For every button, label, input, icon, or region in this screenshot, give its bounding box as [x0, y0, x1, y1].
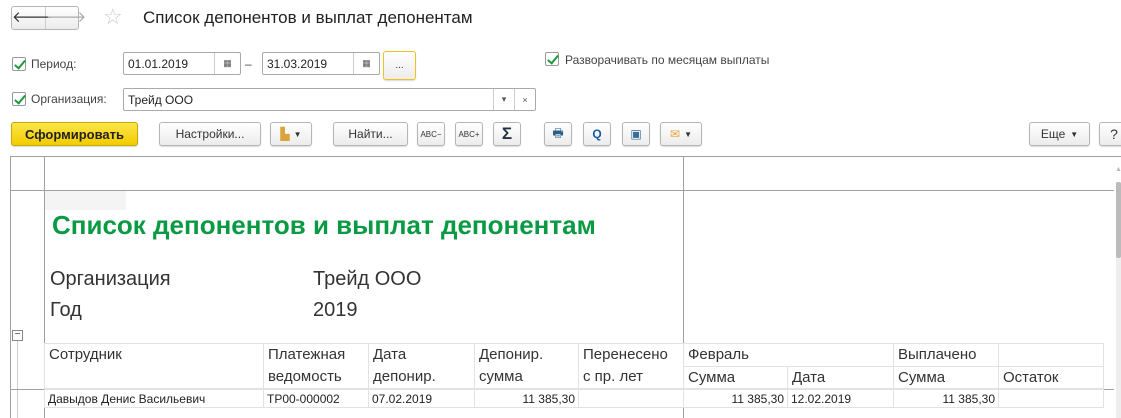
expand-abc-icon: ABC+ [458, 129, 480, 139]
floppy-icon: ▣ [630, 127, 642, 141]
scrollbar-thumb[interactable] [1116, 182, 1121, 258]
dropdown-icon[interactable]: ▾ [493, 89, 514, 110]
find-button[interactable]: Найти... [333, 122, 408, 146]
generate-button[interactable]: Сформировать [11, 122, 138, 146]
help-button[interactable]: ? [1099, 122, 1121, 146]
group-collapse-toggle[interactable]: − [12, 330, 23, 341]
col-paid-sum: Сумма [893, 366, 999, 389]
more-label: Еще [1040, 127, 1066, 141]
col-amount: Депонир. сумма [474, 343, 579, 389]
window-title: Список депонентов и выплат депонентам [143, 8, 473, 27]
period-dash: – [245, 57, 252, 71]
col-month-date: Дата [787, 366, 894, 389]
preview-icon: Q [592, 127, 602, 141]
favorite-star-icon[interactable]: ☆ [103, 4, 123, 30]
preview-button[interactable]: Q [583, 122, 611, 146]
printer-icon: 🖶 [552, 125, 564, 140]
expand-groups-button[interactable]: ABC+ [455, 122, 483, 146]
col-month-sum: Сумма [683, 366, 788, 389]
selected-cell [45, 191, 126, 210]
date-from-input[interactable]: 01.01.2019 ▦ [123, 52, 241, 75]
expand-months-label: Разворачивать по месяцам выплаты [565, 53, 770, 67]
report-variant-icon: ▙ [280, 127, 290, 141]
report-left-border [10, 156, 11, 418]
col-statement: Платежная ведомость [263, 343, 369, 389]
cell-paid-sum: 11 385,30 [893, 389, 999, 408]
col-month: Февраль [683, 343, 894, 367]
chevron-down-icon: ▼ [293, 129, 302, 139]
col-employee: Сотрудник [44, 343, 264, 389]
period-select-button[interactable]: ... [383, 51, 416, 80]
send-button[interactable]: ✉ ▼ [660, 122, 702, 146]
organization-value: Трейд ООО [128, 92, 194, 107]
cell-statement: ТР00-000002 [263, 389, 369, 408]
calendar-icon[interactable]: ▦ [214, 53, 240, 74]
settings-button[interactable]: Настройки... [159, 122, 261, 146]
report-org-label: Организация [50, 268, 171, 290]
envelope-icon: ✉ [670, 127, 681, 141]
col-blank [998, 343, 1104, 367]
scroll-up-icon[interactable]: ▲ [1115, 166, 1121, 173]
col-date: Дата депонир. [368, 343, 475, 389]
chevron-down-icon: ▼ [1070, 129, 1079, 139]
period-checkbox[interactable] [12, 57, 26, 71]
date-to-input[interactable]: 31.03.2019 ▦ [262, 52, 380, 75]
nav-buttons: 🡐 🡒 [11, 6, 86, 30]
period-label: Период: [31, 57, 77, 71]
cell-month-sum: 11 385,30 [683, 389, 788, 408]
report-year-label: Год [50, 299, 82, 321]
forward-arrow-icon[interactable]: 🡒 [46, 7, 86, 29]
group-line [17, 341, 18, 418]
collapse-groups-button[interactable]: ABC− [417, 122, 445, 146]
clear-icon[interactable]: × [514, 89, 535, 110]
report-org-value: Трейд ООО [313, 268, 422, 290]
more-button[interactable]: Еще ▼ [1029, 122, 1090, 146]
report-title: Список депонентов и выплат депонентам [52, 210, 596, 240]
col-paid: Выплачено [893, 343, 999, 367]
cell-balance [998, 389, 1104, 408]
cell-carried [578, 389, 684, 408]
cell-month-date: 12.02.2019 [787, 389, 894, 408]
back-arrow-icon[interactable]: 🡐 [12, 7, 52, 29]
collapse-abc-icon: ABC− [420, 129, 442, 139]
date-to-value: 31.03.2019 [267, 56, 328, 71]
variants-button[interactable]: ▙ ▼ [270, 122, 312, 146]
scrollbar[interactable] [1116, 182, 1121, 418]
organization-checkbox[interactable] [12, 92, 26, 106]
sum-button[interactable]: Σ [493, 122, 521, 146]
organization-label: Организация: [31, 92, 107, 106]
cell-amount: 11 385,30 [474, 389, 579, 408]
col-balance: Остаток [998, 366, 1104, 389]
calendar-icon[interactable]: ▦ [353, 53, 379, 74]
expand-months-checkbox[interactable] [545, 52, 559, 66]
cell-employee: Давыдов Денис Васильевич [44, 389, 264, 408]
cell-date: 07.02.2019 [368, 389, 475, 408]
col-carried: Перенесено с пр. лет [578, 343, 684, 389]
report-year-value: 2019 [313, 299, 358, 321]
print-button[interactable]: 🖶 [544, 122, 572, 146]
report-top-border [10, 156, 1121, 157]
chevron-down-icon: ▼ [684, 129, 692, 139]
organization-input[interactable]: Трейд ООО ▾ × [123, 88, 536, 111]
date-from-value: 01.01.2019 [128, 56, 189, 71]
header-divider [10, 190, 1114, 191]
save-button[interactable]: ▣ [622, 122, 650, 146]
